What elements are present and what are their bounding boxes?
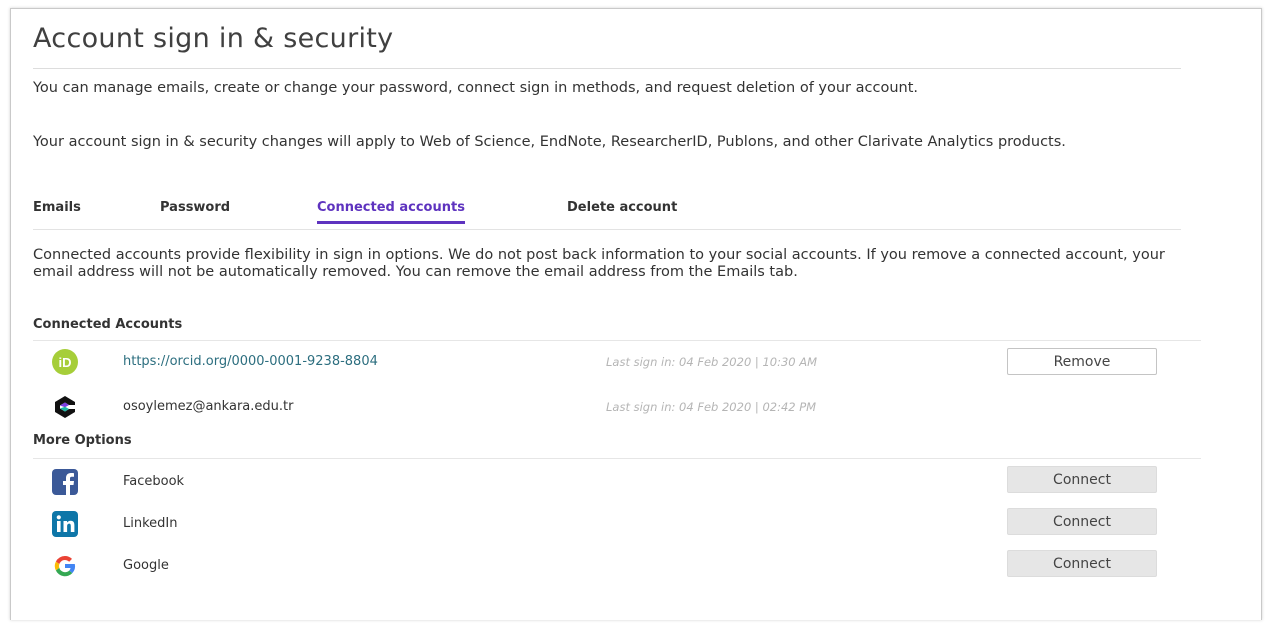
- intro-text: You can manage emails, create or change …: [33, 80, 919, 96]
- connected-account-row: osoylemez@ankara.edu.tr Last sign in: 04…: [11, 391, 1251, 425]
- tab-emails[interactable]: Emails: [33, 200, 81, 221]
- connect-google-button[interactable]: Connect: [1007, 550, 1157, 577]
- last-sign-in: Last sign in: 04 Feb 2020 | 10:30 AM: [606, 355, 818, 369]
- connected-account-row: iD https://orcid.org/0000-0001-9238-8804…: [11, 346, 1251, 380]
- orcid-icon: iD: [51, 348, 79, 376]
- last-sign-in: Last sign in: 04 Feb 2020 | 02:42 PM: [606, 400, 817, 414]
- facebook-icon: [51, 468, 79, 496]
- facebook-label: Facebook: [123, 474, 185, 489]
- google-label: Google: [123, 558, 169, 573]
- tabs-divider: [33, 229, 1181, 230]
- linkedin-label: LinkedIn: [123, 516, 178, 531]
- page-title: Account sign in & security: [33, 23, 394, 54]
- connected-accounts-heading: Connected Accounts: [33, 317, 183, 332]
- more-option-row: Facebook Connect: [11, 466, 1251, 500]
- title-divider: [33, 68, 1181, 69]
- connected-description: Connected accounts provide flexibility i…: [33, 247, 1165, 280]
- account-email: osoylemez@ankara.edu.tr: [123, 399, 294, 414]
- more-options-heading: More Options: [33, 433, 132, 448]
- more-option-row: LinkedIn Connect: [11, 508, 1251, 542]
- account-security-panel: Account sign in & security You can manag…: [10, 8, 1262, 620]
- tab-connected-accounts[interactable]: Connected accounts: [317, 200, 465, 224]
- connect-facebook-button[interactable]: Connect: [1007, 466, 1157, 493]
- section-divider: [33, 340, 1201, 341]
- section-divider: [33, 458, 1201, 459]
- orcid-link[interactable]: https://orcid.org/0000-0001-9238-8804: [123, 354, 378, 369]
- tab-password[interactable]: Password: [160, 200, 230, 221]
- google-icon: [51, 552, 79, 580]
- tab-delete-account[interactable]: Delete account: [567, 200, 677, 221]
- products-note: Your account sign in & security changes …: [33, 134, 1066, 150]
- svg-text:iD: iD: [59, 355, 72, 370]
- remove-button[interactable]: Remove: [1007, 348, 1157, 375]
- connect-linkedin-button[interactable]: Connect: [1007, 508, 1157, 535]
- more-option-row: Google Connect: [11, 550, 1251, 584]
- clarivate-icon: [51, 393, 79, 421]
- linkedin-icon: [51, 510, 79, 538]
